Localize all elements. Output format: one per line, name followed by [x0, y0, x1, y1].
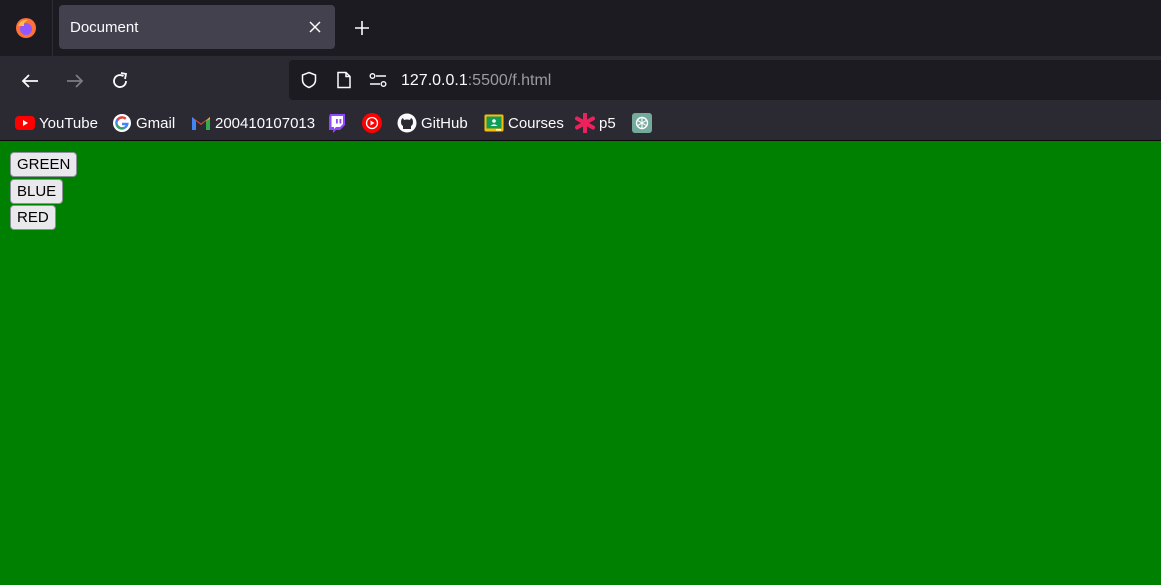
youtube-icon [15, 113, 35, 133]
bookmark-label: YouTube [39, 114, 98, 132]
red-button[interactable]: RED [10, 205, 56, 230]
chatgpt-icon [632, 113, 652, 133]
back-icon[interactable] [18, 69, 42, 93]
page-icon[interactable] [334, 70, 354, 90]
github-icon [397, 113, 417, 133]
bookmark-courses[interactable]: Courses [484, 113, 564, 133]
bookmark-youtube[interactable]: YouTube [15, 113, 98, 133]
bookmark-label: p5 [599, 114, 616, 132]
shield-icon[interactable] [299, 70, 319, 90]
bookmark-p5[interactable]: p5 [575, 113, 616, 133]
permissions-icon[interactable] [368, 70, 388, 90]
bookmark-gmail[interactable]: Gmail [112, 113, 175, 133]
classroom-icon [484, 113, 504, 133]
twitch-icon [327, 113, 347, 133]
url-text[interactable]: 127.0.0.1:5500/f.html [401, 72, 551, 90]
blue-button[interactable]: BLUE [10, 179, 64, 204]
url-host: 127.0.0.1 [401, 72, 468, 89]
tab-title: Document [70, 19, 139, 36]
forward-icon[interactable] [63, 69, 87, 93]
tab-document[interactable]: Document [59, 5, 335, 49]
bookmark-twitch[interactable] [327, 113, 347, 133]
bookmark-github[interactable]: GitHub [397, 113, 468, 133]
reload-icon[interactable] [108, 69, 132, 93]
bookmark-label: 200410107013 [215, 114, 316, 132]
gmail-icon [191, 113, 211, 133]
bookmark-chatgpt[interactable] [632, 113, 652, 133]
bookmark-label: Gmail [136, 114, 176, 132]
bookmark-label: GitHub [421, 114, 468, 132]
green-button[interactable]: GREEN [10, 152, 78, 177]
bookmarks-toolbar: YouTube Gmail 200410107013 GitHub Course… [0, 106, 1161, 141]
bookmark-label: Courses [508, 114, 564, 132]
tab-bar: Document [0, 0, 1161, 56]
page-content: GREEN BLUE RED [0, 141, 1161, 585]
bookmark-youtube-music[interactable] [362, 113, 382, 133]
youtube-music-icon [362, 113, 382, 133]
p5-icon [575, 113, 595, 133]
close-icon[interactable] [305, 17, 325, 37]
bookmark-200410107013[interactable]: 200410107013 [191, 113, 315, 133]
url-bar[interactable]: 127.0.0.1:5500/f.html [289, 60, 1161, 100]
firefox-icon[interactable] [0, 0, 53, 56]
url-path: :5500/f.html [467, 72, 552, 89]
google-icon [112, 113, 132, 133]
new-tab-icon[interactable] [350, 16, 374, 40]
